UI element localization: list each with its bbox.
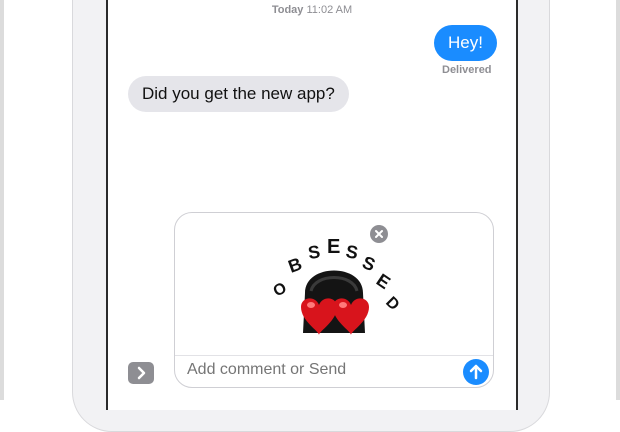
svg-text:B: B — [286, 254, 305, 277]
outgoing-message-bubble[interactable]: Hey! — [434, 25, 497, 61]
timestamp-day: Today — [271, 4, 304, 16]
timestamp-time: 11:02 AM — [306, 4, 353, 16]
svg-text:D: D — [382, 294, 402, 314]
app-drawer-button[interactable] — [128, 362, 154, 384]
svg-text:S: S — [360, 252, 379, 275]
svg-text:S: S — [344, 241, 359, 263]
conversation-timestamp: Today 11:02 AM — [108, 4, 516, 16]
message-input[interactable] — [187, 361, 447, 379]
incoming-message-bubble[interactable]: Did you get the new app? — [128, 76, 349, 112]
obsessed-sticker-icon: O B S E S S E D — [265, 233, 403, 349]
svg-text:E: E — [373, 270, 394, 293]
svg-text:O: O — [271, 280, 290, 301]
chevron-right-icon — [137, 366, 146, 380]
compose-box[interactable]: O B S E S S E D — [174, 212, 494, 388]
delivery-status: Delivered — [442, 64, 492, 76]
send-button[interactable] — [463, 359, 489, 385]
svg-text:E: E — [327, 236, 340, 258]
svg-text:S: S — [307, 241, 322, 262]
phone-edge-right — [616, 0, 620, 400]
arrow-up-icon — [469, 364, 483, 380]
compose-divider — [175, 355, 493, 356]
phone-edge-left — [0, 0, 4, 400]
messages-screen: iMessage Today 11:02 AM Hey! Delivered D… — [106, 0, 518, 410]
remove-sticker-icon[interactable] — [370, 225, 388, 243]
